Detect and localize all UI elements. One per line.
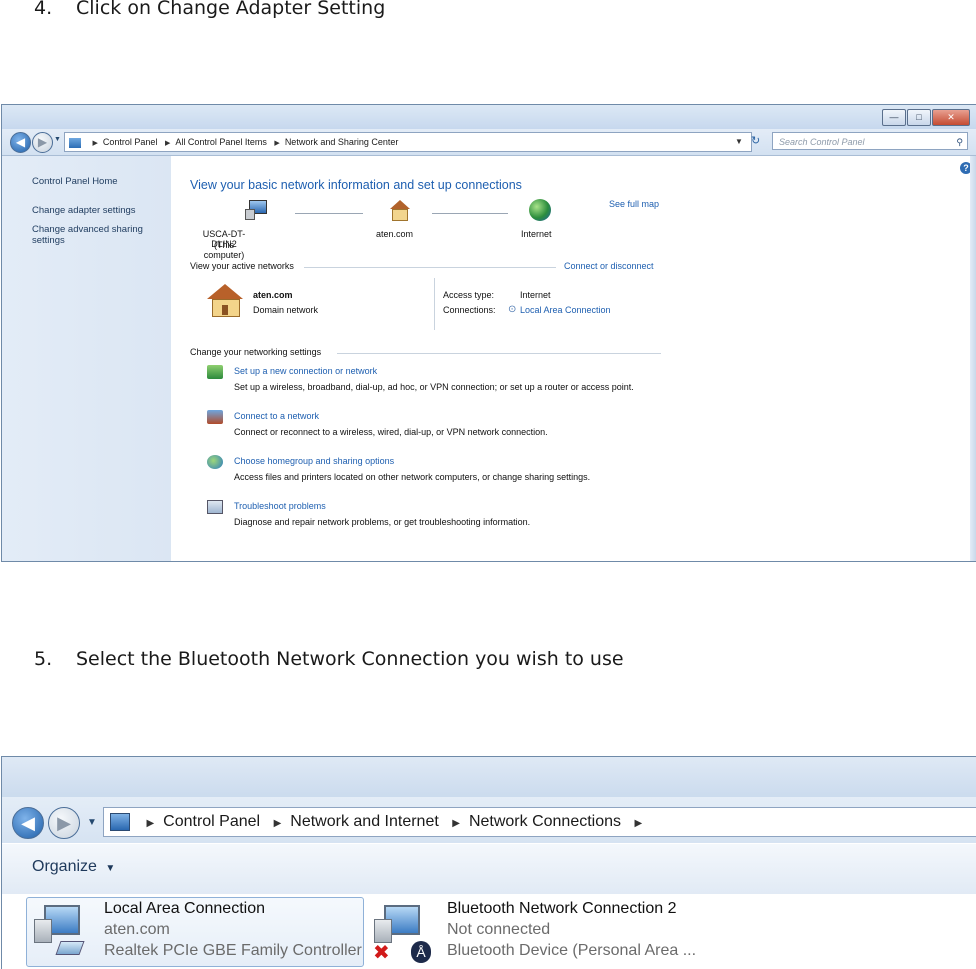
title-bar [2,757,976,797]
network-adapter-icon [34,905,85,955]
access-type-label: Access type: [443,290,495,300]
task-title[interactable]: Troubleshoot problems [234,501,326,511]
task-title[interactable]: Choose homegroup and sharing options [234,456,394,466]
refresh-icon[interactable]: ↻ [751,134,760,147]
connection-status: aten.com [104,921,170,938]
new-connection-icon [207,365,223,379]
back-arrow-icon[interactable]: ◀ [12,807,44,839]
search-input[interactable]: Search Control Panel ⚲ [772,132,968,150]
forward-arrow-icon[interactable]: ▶ [32,132,53,153]
command-bar: Organize ▼ [2,843,976,895]
domain-network-house-icon [207,284,243,317]
search-icon[interactable]: ⚲ [956,133,963,151]
computer-subtitle: (This computer) [203,240,245,260]
breadcrumb[interactable]: ▶ Control Panel ▶ Network and Internet ▶ Ne… [103,807,976,837]
close-button[interactable]: ✕ [932,109,970,126]
connect-network-icon [207,410,223,424]
connection-name: Bluetooth Network Connection 2 [447,900,677,917]
minimize-button[interactable]: — [882,109,906,126]
troubleshoot-icon [207,500,223,514]
step-4-instruction: 4. Click on Change Adapter Setting [34,0,385,19]
task-description: Diagnose and repair network problems, or… [234,517,531,527]
bluetooth-icon: Å [411,941,431,963]
connection-device: Realtek PCIe GBE Family Controller [104,942,362,959]
sidebar: Control Panel Home Change adapter settin… [2,156,171,561]
homegroup-icon [207,455,223,469]
search-placeholder: Search Control Panel [779,137,865,147]
divider [434,278,435,330]
task-description: Access files and printers located on oth… [234,472,591,482]
breadcrumb-item[interactable]: Network and Internet [290,813,439,830]
connection-device: Bluetooth Device (Personal Area ... [447,942,697,959]
breadcrumb-item[interactable]: Network and Sharing Center [285,137,399,147]
breadcrumb-item[interactable]: All Control Panel Items [175,137,267,147]
forward-arrow-icon[interactable]: ▶ [48,807,80,839]
active-networks-label: View your active networks [190,261,294,271]
access-type-value: Internet [520,290,551,300]
domain-label: aten.com [376,229,414,239]
breadcrumb-item[interactable]: Network Connections [469,813,621,830]
computer-icon [245,200,267,220]
address-bar: ◀ ▶ ▼ ▶ Control Panel ▶ Network and Intern… [2,797,976,843]
network-sharing-center-window: — □ ✕ ◀ ▶ ▼ ▶ Control Panel ▶ All Control … [1,104,976,562]
internet-label: Internet [521,229,552,239]
breadcrumb-item[interactable]: Control Panel [163,813,260,830]
title-bar: — □ ✕ [2,105,976,129]
connection-item-local-area[interactable]: Local Area Connection aten.com Realtek P… [26,897,362,965]
connections-label: Connections: [443,305,496,315]
window-right-edge [970,156,976,561]
connection-name: Local Area Connection [104,900,265,917]
active-network-name: aten.com [253,290,293,300]
step-5-instruction: 5. Select the Bluetooth Network Connectio… [34,648,624,670]
sidebar-item-change-advanced-sharing[interactable]: Change advanced sharing [32,224,143,235]
task-title[interactable]: Set up a new connection or network [234,366,377,376]
step-number: 4. [34,0,53,19]
change-settings-label: Change your networking settings [190,347,322,357]
domain-house-icon [388,200,410,221]
organize-label: Organize [32,858,97,875]
recent-pages-dropdown-icon[interactable]: ▼ [54,136,61,143]
step-text: Select the Bluetooth Network Connection … [76,648,624,670]
ethernet-plug-icon: ⊙ [508,304,517,315]
internet-globe-icon [529,199,551,221]
task-description: Set up a wireless, broadband, dial-up, a… [234,382,634,392]
page-title: View your basic network information and … [190,178,522,192]
disconnected-x-icon: ✖ [373,942,390,964]
recent-pages-dropdown-icon[interactable]: ▼ [87,817,97,828]
address-dropdown-icon[interactable]: ▼ [735,137,743,146]
connect-disconnect-link[interactable]: Connect or disconnect [564,261,654,271]
breadcrumb-item[interactable]: Control Panel [103,137,158,147]
task-title[interactable]: Connect to a network [234,411,319,421]
network-connections-window: ◀ ▶ ▼ ▶ Control Panel ▶ Network and Intern… [1,756,976,969]
local-area-connection-link[interactable]: Local Area Connection [520,305,611,315]
maximize-button[interactable]: □ [907,109,931,126]
chevron-down-icon: ▼ [105,863,116,874]
sidebar-item-change-adapter-settings[interactable]: Change adapter settings [32,205,136,216]
main-content: View your basic network information and … [172,156,976,561]
sidebar-item-control-panel-home[interactable]: Control Panel Home [32,176,118,187]
step-number: 5. [34,648,53,670]
network-folder-icon [110,812,130,831]
task-description: Connect or reconnect to a wireless, wire… [234,427,548,437]
sidebar-item-change-advanced-sharing-cont[interactable]: settings [32,235,65,246]
organize-menu[interactable]: Organize ▼ [32,858,115,876]
see-full-map-link[interactable]: See full map [609,199,659,209]
connection-status: Not connected [447,921,551,938]
breadcrumb[interactable]: ▶ Control Panel ▶ All Control Panel Items … [64,132,752,152]
step-text: Click on Change Adapter Setting [76,0,386,19]
address-bar: ◀ ▶ ▼ ▶ Control Panel ▶ All Control Panel … [2,129,976,156]
active-network-type: Domain network [253,305,319,315]
control-panel-icon [69,137,81,148]
connections-list: Local Area Connection aten.com Realtek P… [2,894,976,969]
connection-item-bluetooth[interactable]: ✖ Å Bluetooth Network Connection 2 Not c… [370,897,976,965]
back-arrow-icon[interactable]: ◀ [10,132,31,153]
